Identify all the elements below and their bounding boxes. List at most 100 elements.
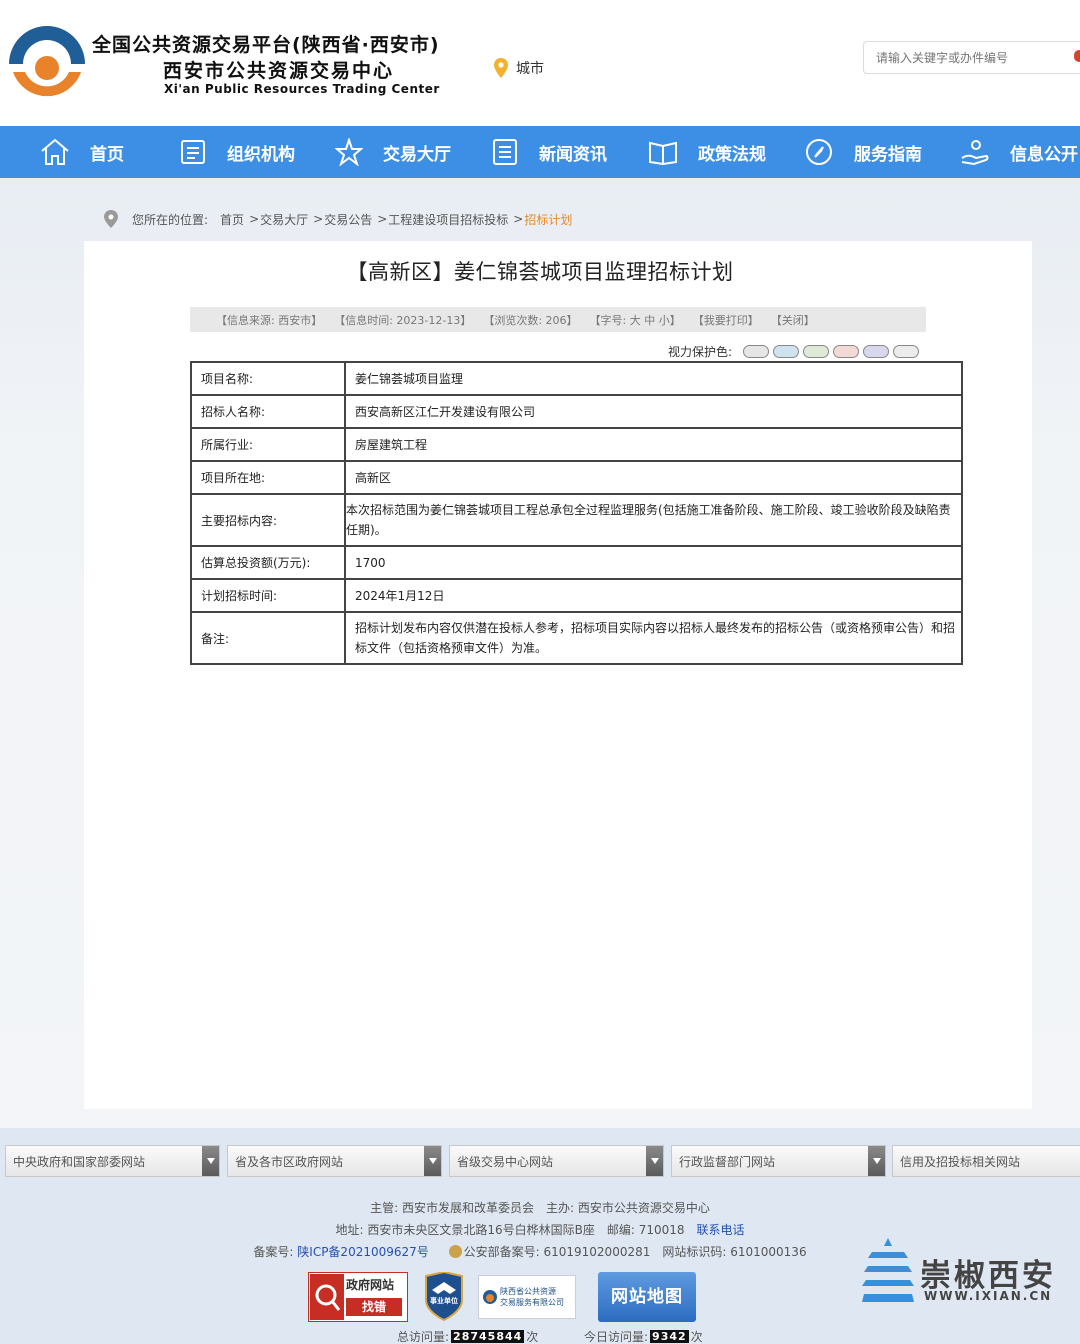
table-row: 项目所在地: 高新区 xyxy=(190,460,963,495)
chevron-down-icon xyxy=(868,1146,885,1176)
breadcrumb-trading-hall[interactable]: 交易大厅 xyxy=(260,211,308,228)
total-visits-value: 28745844 xyxy=(451,1330,525,1343)
chevron-down-icon xyxy=(424,1146,441,1176)
row-value: 本次招标范围为姜仁锦荟城项目工程总承包全过程监理服务(包括施工准备阶段、施工阶段… xyxy=(344,493,963,547)
nav-item-disclosure[interactable]: 信息公开 xyxy=(960,126,1078,178)
eye-color-swatch[interactable] xyxy=(773,345,800,358)
chevron-down-icon xyxy=(646,1146,663,1176)
row-key: 备注: xyxy=(190,611,346,665)
row-key: 主要招标内容: xyxy=(190,493,346,547)
nav-item-organization[interactable]: 组织机构 xyxy=(179,126,295,178)
pagoda-icon xyxy=(862,1238,914,1302)
footer-sponsor: 主管: 西安市发展和改革委员会 主办: 西安市公共资源交易中心 xyxy=(370,1201,710,1215)
main-nav: 首页 组织机构 交易大厅 新闻资讯 政策法规 服务指南 信息公开 xyxy=(0,126,1080,178)
service-logo-icon xyxy=(483,1290,497,1304)
watermark-url: WWW.IXIAN.CN xyxy=(924,1289,1053,1303)
table-row: 计划招标时间: 2024年1月12日 xyxy=(190,578,963,613)
total-visits: 总访问量: 28745844 次 xyxy=(397,1330,539,1344)
select-supervision[interactable]: 行政监督部门网站 xyxy=(671,1145,886,1177)
nav-item-news[interactable]: 新闻资讯 xyxy=(491,126,607,178)
nav-item-home[interactable]: 首页 xyxy=(40,126,124,178)
project-info-table: 项目名称: 姜仁锦荟城项目监理 招标人名称: 西安高新区江仁开发建设有限公司 所… xyxy=(190,361,963,665)
nav-item-trading-hall[interactable]: 交易大厅 xyxy=(335,126,451,178)
meta-font-size[interactable]: 【字号: 大 中 小】 xyxy=(590,312,681,328)
sitemap-badge[interactable]: 网站地图 xyxy=(598,1272,696,1322)
breadcrumb: 您所在的位置: 首页 > 交易大厅 > 交易公告 > 工程建设项目招标投标 > … xyxy=(104,210,572,228)
chevron-down-icon xyxy=(202,1146,219,1176)
center-title: 西安市公共资源交易中心 xyxy=(163,60,395,82)
article-title: 【高新区】姜仁锦荟城项目监理招标计划 xyxy=(346,260,734,284)
home-icon xyxy=(41,138,69,165)
select-central-gov[interactable]: 中央政府和国家部委网站 xyxy=(5,1145,220,1177)
row-key: 项目名称: xyxy=(190,361,346,396)
search-input[interactable] xyxy=(863,41,1080,74)
row-value: 2024年1月12日 xyxy=(344,578,963,613)
breadcrumb-current[interactable]: 招标计划 xyxy=(524,211,572,228)
breadcrumb-announcements[interactable]: 交易公告 xyxy=(324,211,372,228)
meta-source: 【信息来源: 西安市】 xyxy=(216,313,323,327)
row-value: 姜仁锦荟城项目监理 xyxy=(344,361,963,396)
institution-badge[interactable]: 事业单位 xyxy=(424,1270,464,1322)
site-header: 全国公共资源交易平台(陕西省·西安市) 西安市公共资源交易中心 Xi'an Pu… xyxy=(0,0,1080,126)
breadcrumb-construction-bidding[interactable]: 工程建设项目招标投标 xyxy=(388,211,508,228)
row-value: 招标计划发布内容仅供潜在投标人参考，招标项目实际内容以招标人最终发布的招标公告（… xyxy=(344,611,963,665)
breadcrumb-prefix: 您所在的位置: xyxy=(132,212,209,227)
select-credit-bidding[interactable]: 信用及招投标相关网站 xyxy=(892,1145,1080,1177)
star-icon xyxy=(335,138,363,166)
eye-color-swatch[interactable] xyxy=(863,345,890,358)
footer-record: 备案号: 陕ICP备2021009627号 公安部备案号: 6101910200… xyxy=(253,1245,807,1259)
list-icon xyxy=(493,139,517,165)
eye-color-swatch[interactable] xyxy=(803,345,830,358)
table-row: 项目名称: 姜仁锦荟城项目监理 xyxy=(190,361,963,396)
meta-views: 【浏览次数: 206】 xyxy=(483,313,578,327)
meta-time: 【信息时间: 2023-12-13】 xyxy=(334,313,472,327)
row-key: 计划招标时间: xyxy=(190,578,346,613)
today-visits: 今日访问量: 9342 次 xyxy=(584,1330,703,1344)
eye-protection-label: 视力保护色: xyxy=(668,345,733,359)
row-value: 房屋建筑工程 xyxy=(344,427,963,462)
document-icon xyxy=(181,140,205,164)
icp-link[interactable]: 陕ICP备2021009627号 xyxy=(297,1245,429,1259)
print-button[interactable]: 【我要打印】 xyxy=(693,312,759,328)
row-key: 项目所在地: xyxy=(190,460,346,495)
eye-color-swatch[interactable] xyxy=(833,345,860,358)
row-key: 所属行业: xyxy=(190,427,346,462)
table-row: 主要招标内容: 本次招标范围为姜仁锦荟城项目工程总承包全过程监理服务(包括施工准… xyxy=(190,493,963,547)
footer-link-selects: 中央政府和国家部委网站 省及各市区政府网站 省级交易中心网站 行政监督部门网站 … xyxy=(5,1145,1080,1177)
today-visits-value: 9342 xyxy=(650,1330,689,1343)
center-title-en: Xi'an Public Resources Trading Center xyxy=(164,82,440,96)
search-button[interactable] xyxy=(1074,50,1080,62)
provincial-service-badge[interactable]: 陕西省公共资源 交易服务有限公司 xyxy=(478,1272,576,1322)
row-value: 1700 xyxy=(344,545,963,580)
nav-item-service-guide[interactable]: 服务指南 xyxy=(804,126,922,178)
close-button[interactable]: 【关闭】 xyxy=(771,312,815,328)
row-value: 西安高新区江仁开发建设有限公司 xyxy=(344,394,963,429)
table-row: 估算总投资额(万元): 1700 xyxy=(190,545,963,580)
footer-address: 地址: 西安市未央区文景北路16号白桦林国际B座 邮编: 710018 联系电话 xyxy=(335,1223,745,1237)
article-meta-bar: 【信息来源: 西安市】 【信息时间: 2023-12-13】 【浏览次数: 20… xyxy=(190,307,926,332)
location-icon xyxy=(104,210,118,228)
contact-phone-link[interactable]: 联系电话 xyxy=(697,1223,745,1237)
hand-icon xyxy=(961,140,989,166)
table-row: 招标人名称: 西安高新区江仁开发建设有限公司 xyxy=(190,394,963,429)
row-value: 高新区 xyxy=(344,460,963,495)
table-row: 备注: 招标计划发布内容仅供潜在投标人参考，招标项目实际内容以招标人最终发布的招… xyxy=(190,611,963,665)
gov-site-error-badge[interactable]: 政府网站 找错 xyxy=(307,1271,409,1323)
select-province-gov[interactable]: 省及各市区政府网站 xyxy=(227,1145,442,1177)
site-logo-icon[interactable] xyxy=(5,24,89,106)
platform-title: 全国公共资源交易平台(陕西省·西安市) xyxy=(92,34,440,56)
eye-protection-colors: 视力保护色: xyxy=(668,343,923,360)
compass-icon xyxy=(806,139,832,165)
select-provincial-trading[interactable]: 省级交易中心网站 xyxy=(449,1145,664,1177)
row-key: 估算总投资额(万元): xyxy=(190,545,346,580)
book-icon xyxy=(649,141,677,165)
row-key: 招标人名称: xyxy=(190,394,346,429)
city-selector[interactable]: 城市 xyxy=(494,57,544,79)
eye-color-swatch[interactable] xyxy=(743,345,770,358)
police-badge-icon xyxy=(448,1245,462,1258)
eye-color-swatch[interactable] xyxy=(893,345,920,358)
location-pin-icon xyxy=(494,58,508,78)
nav-item-policy[interactable]: 政策法规 xyxy=(648,126,766,178)
table-row: 所属行业: 房屋建筑工程 xyxy=(190,427,963,462)
breadcrumb-home[interactable]: 首页 xyxy=(220,211,244,228)
